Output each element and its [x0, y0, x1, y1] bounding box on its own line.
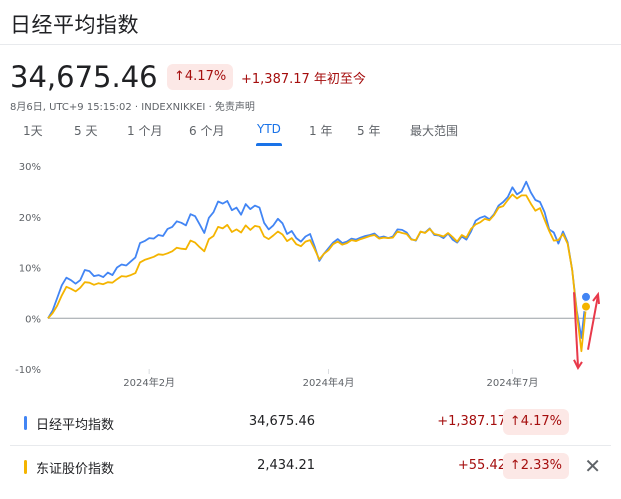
x-tick-label: 2024年4月: [303, 376, 355, 389]
series-color-marker: [24, 460, 27, 474]
tab-6m[interactable]: 6 个月: [189, 122, 224, 139]
series-change-abs: +1,387.17: [437, 414, 506, 429]
tab-5d[interactable]: 5 天: [74, 122, 97, 139]
x-tick-label: 2024年7月: [487, 376, 539, 389]
series-change-abs: +55.42: [457, 458, 506, 473]
row-divider: [10, 445, 611, 446]
change-percent-badge: ↑4.17%: [167, 64, 234, 90]
y-tick-label: 10%: [19, 264, 41, 275]
change-absolute: +1,387.17 年初至今: [241, 72, 366, 87]
current-price: 34,675.46: [10, 60, 158, 94]
end-marker-topix: [581, 301, 591, 312]
chart-svg[interactable]: 30% 20% 10% 0% -10% 2024年2月 2024年4月 2024年7月: [0, 150, 621, 395]
y-tick-label: 0%: [25, 314, 41, 325]
remove-comparison-button[interactable]: ✕: [584, 453, 601, 479]
y-tick-label: 20%: [19, 213, 41, 224]
series-change-badge: ↑4.17%: [502, 409, 569, 435]
series-line-topix: [47, 193, 587, 353]
series-change-badge: ↑2.33%: [502, 453, 569, 479]
series-line-nikkei: [47, 180, 587, 339]
series-value: 34,675.46: [248, 414, 315, 429]
tab-max[interactable]: 最大范围: [410, 122, 458, 139]
tab-1m[interactable]: 1 个月: [127, 122, 162, 139]
y-tick-label: -10%: [15, 365, 41, 376]
y-tick-label: 30%: [19, 162, 41, 173]
page-title: 日经平均指数: [10, 13, 139, 37]
header-divider: [0, 44, 621, 45]
time-range-tabs: 1天 5 天 1 个月 6 个月 YTD 1 年 5 年 最大范围: [0, 122, 621, 146]
series-name: 日经平均指数: [36, 418, 115, 433]
active-tab-indicator: [256, 143, 282, 146]
tab-1d[interactable]: 1天: [23, 122, 43, 139]
series-color-marker: [24, 416, 27, 430]
quote-meta: 8月6日, UTC+9 15:15:02 · INDEXNIKKEI · 免责声…: [10, 102, 255, 113]
series-value: 2,434.21: [257, 458, 315, 473]
price-chart[interactable]: 30% 20% 10% 0% -10% 2024年2月 2024年4月 2024年7月: [0, 150, 621, 395]
legend-row-nikkei[interactable]: 日经平均指数 34,675.46 +1,387.17 ↑4.17%: [10, 403, 611, 443]
tab-5y[interactable]: 5 年: [357, 122, 380, 139]
tab-1y[interactable]: 1 年: [309, 122, 332, 139]
legend-row-topix[interactable]: 东证股价指数 2,434.21 +55.42 ↑2.33% ✕: [10, 447, 611, 487]
x-tick-label: 2024年2月: [123, 376, 175, 389]
tab-ytd[interactable]: YTD: [257, 122, 281, 136]
end-marker-nikkei: [581, 291, 591, 302]
series-name: 东证股价指数: [36, 462, 115, 477]
